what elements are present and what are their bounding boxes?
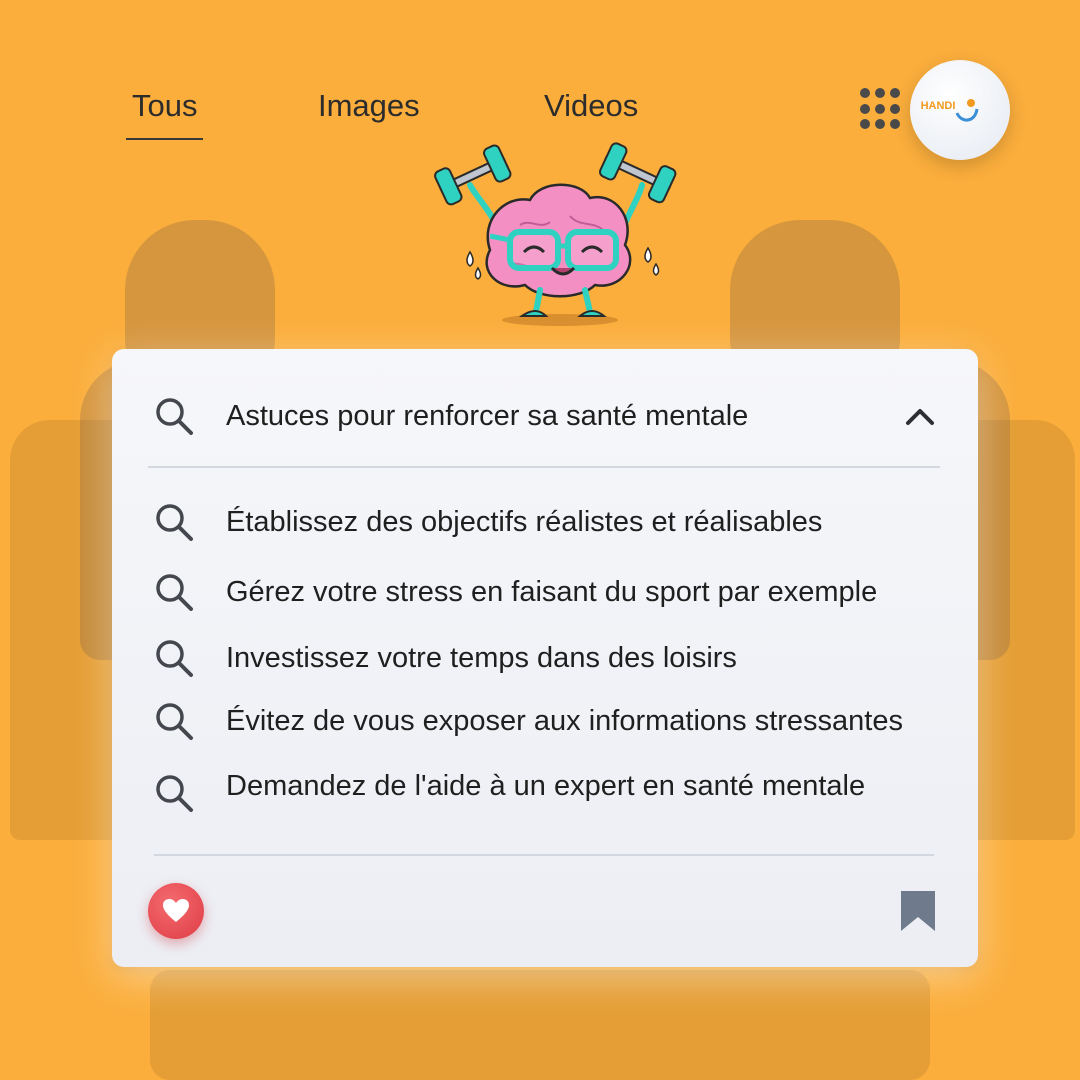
grid-icon[interactable] (860, 88, 902, 130)
heart-icon (163, 899, 189, 922)
search-icon (152, 699, 196, 743)
suggestion-label: Établissez des objectifs réalistes et ré… (226, 505, 823, 538)
search-icon (152, 636, 196, 680)
search-icon (152, 771, 196, 815)
suggestion-item[interactable]: Évitez de vous exposer aux informations … (112, 696, 978, 746)
search-input[interactable]: Astuces pour renforcer sa santé mentale (226, 400, 748, 433)
nav-tabs: Tous Images Videos (110, 88, 670, 148)
suggestion-item[interactable]: Gérez votre stress en faisant du sport p… (112, 567, 978, 617)
tab-tous[interactable]: Tous (125, 88, 205, 140)
tab-images[interactable]: Images (318, 88, 420, 124)
chevron-up-icon[interactable] (904, 405, 936, 432)
suggestion-label: Évitez de vous exposer aux informations … (226, 704, 903, 737)
suggestion-item[interactable]: Établissez des objectifs réalistes et ré… (112, 497, 978, 547)
search-icon (152, 500, 196, 544)
logo-text: HANDI (920, 100, 956, 112)
search-card: Astuces pour renforcer sa santé mentale … (112, 349, 978, 967)
suggestion-item[interactable]: Investissez votre temps dans des loisirs (112, 633, 978, 683)
search-icon (152, 394, 196, 438)
search-query-row[interactable]: Astuces pour renforcer sa santé mentale (112, 391, 978, 441)
background-floor-legs (150, 970, 930, 1080)
suggestion-item[interactable]: Demandez de l'aide à un expert en santé … (112, 761, 978, 812)
bookmark-icon (901, 891, 935, 931)
suggestion-label: Demandez de l'aide à un expert en santé … (226, 769, 866, 802)
divider (148, 466, 940, 468)
avatar[interactable]: HANDI (910, 60, 1010, 160)
logo-mark-icon (956, 99, 979, 122)
bookmark-button[interactable] (898, 889, 938, 933)
brain-mascot-illustration (434, 142, 677, 326)
divider (154, 854, 934, 856)
tab-videos[interactable]: Videos (544, 88, 638, 124)
like-button[interactable] (148, 883, 204, 939)
suggestion-label: Gérez votre stress en faisant du sport p… (226, 575, 878, 608)
search-icon (152, 570, 196, 614)
suggestion-label: Investissez votre temps dans des loisirs (226, 641, 737, 674)
